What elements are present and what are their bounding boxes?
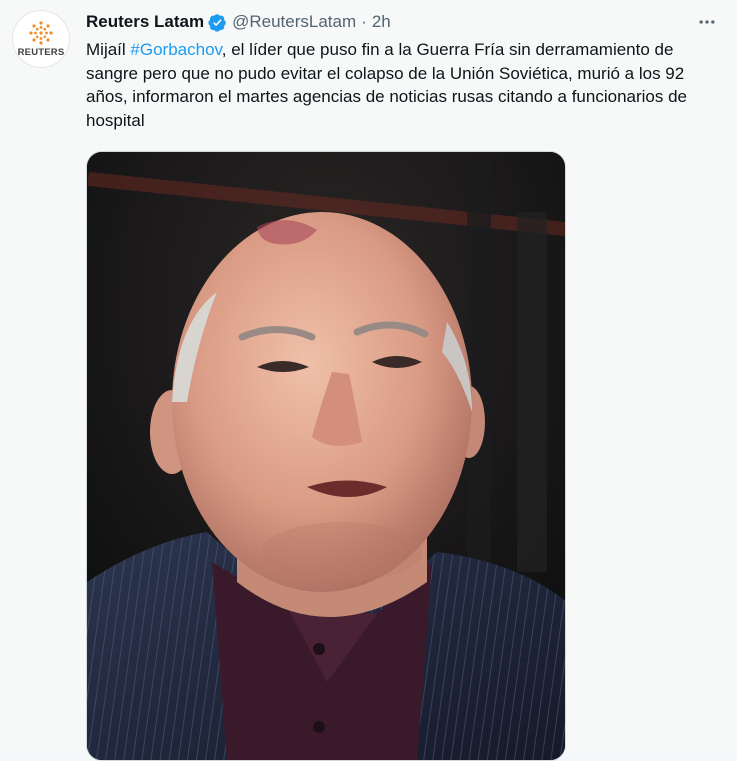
verified-badge-icon bbox=[208, 13, 226, 32]
more-options-button[interactable] bbox=[692, 10, 722, 34]
separator-dot: · bbox=[361, 12, 367, 31]
portrait-photo bbox=[87, 152, 565, 760]
more-horizontal-icon bbox=[699, 20, 715, 24]
tweet-photo[interactable] bbox=[86, 151, 566, 761]
hashtag-link[interactable]: #Gorbachov bbox=[130, 40, 221, 59]
tweet-text: Mijaíl #Gorbachov, el líder que puso fin… bbox=[86, 38, 726, 132]
author-handle[interactable]: @ReutersLatam bbox=[232, 12, 356, 32]
tweet-timestamp[interactable]: 2h bbox=[372, 12, 391, 32]
author-name[interactable]: Reuters Latam bbox=[86, 12, 204, 32]
tweet-header: Reuters Latam @ReutersLatam · 2h bbox=[86, 11, 391, 33]
avatar[interactable]: REUTERS bbox=[12, 10, 70, 68]
reuters-logo-icon bbox=[29, 21, 53, 45]
tweet[interactable]: REUTERS Reuters Latam @ReutersLatam · 2h… bbox=[0, 0, 737, 761]
tweet-text-prefix: Mijaíl bbox=[86, 40, 131, 59]
avatar-logo-text: REUTERS bbox=[17, 47, 65, 58]
